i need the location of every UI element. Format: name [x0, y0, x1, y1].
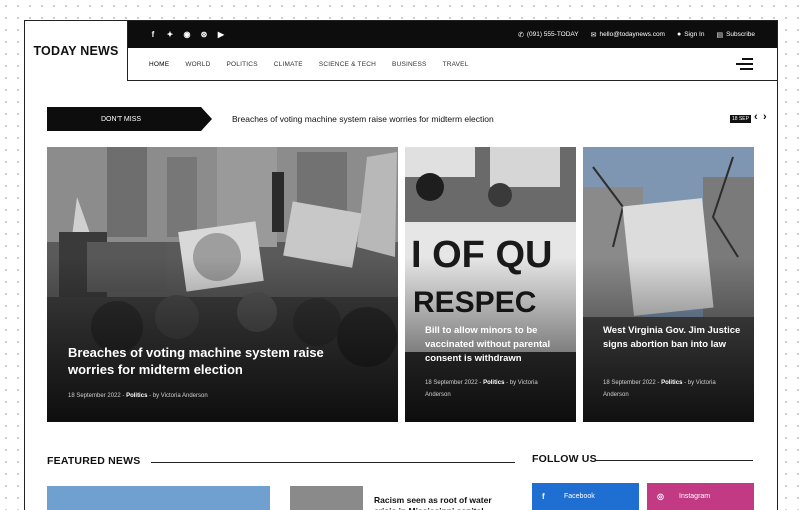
story-category[interactable]: Politics	[483, 380, 504, 386]
subscribe-text: Subscribe	[726, 31, 755, 38]
logo-box[interactable]: TODAY NEWS	[25, 21, 128, 81]
story-by: by	[687, 380, 695, 386]
story-date: 18 September 2022	[425, 380, 478, 386]
top-bar: f ✦ ◉ ⊛ ▶ ✆ (091) 555-TODAY ✉ hello@toda…	[128, 21, 777, 48]
instagram-follow-button[interactable]: ◎ Instagram	[647, 483, 754, 510]
featured-headline[interactable]: Racism seen as root of water crisis in M…	[374, 495, 499, 510]
story-by: by	[509, 380, 517, 386]
github-icon[interactable]: ◉	[183, 30, 191, 39]
contact-links: ✆ (091) 555-TODAY ✉ hello@todaynews.com …	[518, 31, 755, 39]
story-headline[interactable]: Bill to allow minors to be vaccinated wi…	[425, 324, 565, 366]
signin-text: Sign In	[684, 31, 705, 38]
mail-icon: ✉	[590, 31, 597, 39]
story-meta: 18 September 2022 - Politics - by Victor…	[425, 380, 538, 398]
nav-item-world[interactable]: WORLD	[185, 61, 210, 68]
phone-icon: ✆	[517, 31, 524, 39]
nav-item-travel[interactable]: TRAVEL	[443, 61, 469, 68]
follow-title: FOLLOW US	[532, 453, 597, 465]
nav-item-home[interactable]: HOME	[149, 61, 169, 68]
nav-item-climate[interactable]: CLIMATE	[274, 61, 303, 68]
youtube-icon[interactable]: ▶	[217, 30, 225, 39]
nav-item-business[interactable]: BUSINESS	[392, 61, 426, 68]
facebook-label: Facebook	[564, 493, 595, 500]
signin-link[interactable]: ● Sign In	[677, 31, 704, 38]
email-text: hello@todaynews.com	[599, 31, 665, 38]
phone-text: (091) 555-TODAY	[526, 31, 579, 38]
nav-item-politics[interactable]: POLITICS	[227, 61, 258, 68]
chevron-right-icon[interactable]: ›	[763, 111, 767, 123]
instagram-icon: ◎	[657, 492, 664, 501]
story-date: 18 September 2022	[603, 380, 656, 386]
nav-item-science-tech[interactable]: SCIENCE & TECH	[319, 61, 376, 68]
ticker-date: 18 SEP	[730, 115, 751, 123]
hero-headline[interactable]: Breaches of voting machine system raise …	[68, 344, 358, 378]
email-link[interactable]: ✉ hello@todaynews.com	[591, 31, 665, 39]
featured-thumb[interactable]	[290, 486, 363, 510]
site-logo[interactable]: TODAY NEWS	[33, 44, 118, 58]
facebook-follow-button[interactable]: f Facebook	[532, 483, 639, 510]
facebook-icon[interactable]: f	[149, 30, 157, 39]
dribbble-icon[interactable]: ⊛	[200, 30, 208, 39]
news-ticker: DON'T MISS Breaches of voting machine sy…	[47, 107, 767, 131]
ticker-headline[interactable]: Breaches of voting machine system raise …	[232, 114, 494, 124]
user-icon: ●	[676, 31, 682, 38]
dont-miss-label: DON'T MISS	[47, 107, 201, 131]
main-nav: HOME WORLD POLITICS CLIMATE SCIENCE & TE…	[128, 48, 777, 81]
hero-by: by	[152, 393, 160, 399]
story-card[interactable]: West Virginia Gov. Jim Justice signs abo…	[583, 147, 754, 422]
menu-icon[interactable]	[736, 58, 753, 70]
hero-author[interactable]: Victoria Anderson	[161, 393, 208, 399]
featured-title: FEATURED NEWS	[47, 455, 141, 467]
story-headline[interactable]: West Virginia Gov. Jim Justice signs abo…	[603, 324, 743, 352]
dont-miss-arrow	[201, 107, 212, 131]
page-frame: TODAY NEWS f ✦ ◉ ⊛ ▶ ✆ (091) 555-TODAY ✉…	[24, 20, 778, 510]
chevron-left-icon[interactable]: ‹	[754, 111, 758, 123]
facebook-icon: f	[542, 492, 545, 501]
subscribe-link[interactable]: ▤ Subscribe	[716, 31, 755, 39]
story-card[interactable]: I OF QU RESPEC Bill to allow minors to b…	[405, 147, 576, 422]
social-links: f ✦ ◉ ⊛ ▶	[149, 30, 225, 39]
hero-card[interactable]: Breaches of voting machine system raise …	[47, 147, 398, 422]
hero-meta: 18 September 2022 - Politics - by Victor…	[68, 393, 208, 399]
phone-link[interactable]: ✆ (091) 555-TODAY	[518, 31, 579, 39]
hero-category[interactable]: Politics	[126, 393, 147, 399]
featured-divider	[151, 462, 515, 463]
hero-date: 18 September 2022	[68, 393, 121, 399]
newsletter-icon: ▤	[716, 31, 724, 39]
featured-image[interactable]	[47, 486, 270, 510]
follow-divider	[595, 460, 753, 461]
instagram-label: Instagram	[679, 493, 711, 500]
story-meta: 18 September 2022 - Politics - by Victor…	[603, 380, 716, 398]
story-category[interactable]: Politics	[661, 380, 682, 386]
twitter-icon[interactable]: ✦	[166, 30, 174, 39]
